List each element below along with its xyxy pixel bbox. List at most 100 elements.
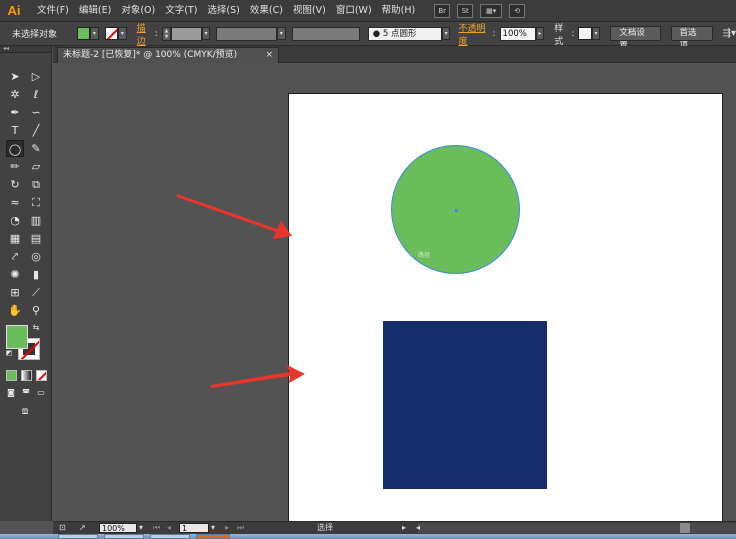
brush-dropdown-icon[interactable]: ▾ bbox=[441, 27, 451, 40]
panel-grip[interactable]: ◂◂ bbox=[0, 46, 51, 53]
swap-colors-icon[interactable]: ⇆ bbox=[30, 322, 42, 334]
first-artboard-icon[interactable]: ⏮ bbox=[153, 523, 160, 533]
preferences-button[interactable]: 首选项 bbox=[670, 26, 713, 51]
taskbar-button[interactable] bbox=[104, 534, 144, 539]
sync-settings-icon[interactable]: ⟲ bbox=[509, 3, 526, 18]
blend-icon[interactable]: ◎ bbox=[27, 248, 45, 265]
curvature-icon[interactable]: ∽ bbox=[27, 104, 45, 121]
opacity-label[interactable]: 不透明度 bbox=[458, 21, 492, 47]
selection-status: 未选择对象 bbox=[12, 30, 58, 40]
taskbar-button[interactable] bbox=[150, 534, 190, 539]
hand-icon[interactable]: ✋ bbox=[6, 302, 24, 319]
stroke-swatch[interactable] bbox=[104, 27, 119, 40]
menu-view[interactable]: 视图(V) bbox=[288, 0, 331, 22]
default-colors-icon[interactable]: ◩ bbox=[4, 348, 14, 358]
chart-icon[interactable]: ▥ bbox=[27, 212, 45, 229]
opacity-dropdown-icon[interactable]: ▸ bbox=[535, 27, 545, 40]
menu-edit[interactable]: 编辑(E) bbox=[74, 0, 116, 22]
artboard-dropdown-icon[interactable]: ▾ bbox=[211, 523, 215, 533]
last-artboard-icon[interactable]: ⏭ bbox=[237, 523, 244, 533]
horizontal-scrollbar[interactable]: ◂ bbox=[416, 523, 736, 533]
zoom-field[interactable]: 100% bbox=[99, 523, 137, 533]
document-tab[interactable]: 未标题-2 [已恢复]* @ 100% (CMYK/预览) × bbox=[57, 47, 279, 63]
menu-object[interactable]: 对象(O) bbox=[116, 0, 160, 22]
stroke-dropdown-icon[interactable]: ▾ bbox=[118, 27, 127, 40]
scroll-left-icon[interactable]: ◂ bbox=[416, 523, 420, 533]
variable-width-profile[interactable] bbox=[216, 26, 277, 41]
gradient-icon[interactable]: ▤ bbox=[27, 230, 45, 247]
style-dropdown-icon[interactable]: ▾ bbox=[591, 27, 601, 40]
bridge-icon[interactable]: Br bbox=[434, 3, 451, 18]
slice-icon[interactable]: ⟋ bbox=[27, 284, 45, 301]
width-icon[interactable]: ≈ bbox=[6, 194, 24, 211]
menu-list: 文件(F) 编辑(E) 对象(O) 文字(T) 选择(S) 效果(C) 视图(V… bbox=[32, 0, 420, 22]
draw-behind-icon[interactable]: ◚ bbox=[19, 387, 33, 399]
rotate-icon[interactable]: ↻ bbox=[6, 176, 24, 193]
document-setup-button[interactable]: 文档设置 bbox=[610, 26, 661, 51]
brush-definition-preview[interactable] bbox=[291, 26, 360, 41]
scale-icon[interactable]: ⧉ bbox=[27, 176, 45, 193]
menu-select[interactable]: 选择(S) bbox=[202, 0, 244, 22]
os-taskbar bbox=[0, 534, 736, 539]
screen-mode-icon[interactable]: ⧈ bbox=[15, 405, 35, 419]
line-icon[interactable]: ╱ bbox=[27, 122, 45, 139]
stroke-weight-dropdown-icon[interactable]: ▾ bbox=[201, 27, 211, 40]
fill-color-box[interactable] bbox=[6, 325, 28, 349]
zoom-dropdown-icon[interactable]: ▾ bbox=[139, 523, 143, 533]
column-graph-icon[interactable]: ▮ bbox=[27, 266, 45, 283]
draw-inside-icon[interactable]: ▭ bbox=[34, 387, 48, 399]
stroke-weight-field[interactable] bbox=[171, 26, 202, 41]
gradient-mode-icon[interactable] bbox=[21, 370, 32, 381]
eraser-icon[interactable]: ▱ bbox=[27, 158, 45, 175]
pencil-icon[interactable]: ✏ bbox=[6, 158, 24, 175]
opacity-field[interactable]: 100% bbox=[499, 26, 536, 41]
shape-builder-icon[interactable]: ◔ bbox=[6, 212, 24, 229]
zoom-icon[interactable]: ⚲ bbox=[27, 302, 45, 319]
export-icon[interactable]: ↗ bbox=[79, 523, 86, 533]
artboard-icon[interactable]: ⊞ bbox=[6, 284, 24, 301]
direct-selection-icon[interactable]: ▷ bbox=[27, 68, 45, 85]
menu-window[interactable]: 窗口(W) bbox=[331, 0, 377, 22]
taskbar-button[interactable] bbox=[58, 534, 98, 539]
next-artboard-icon[interactable]: ▸ bbox=[225, 523, 229, 533]
selection-icon[interactable]: ➤ bbox=[6, 68, 24, 85]
draw-normal-icon[interactable]: ◙ bbox=[4, 387, 18, 399]
color-mode-icon[interactable] bbox=[6, 370, 17, 381]
stroke-weight-stepper[interactable]: ▲ ▼ bbox=[161, 26, 172, 41]
graphic-style-swatch[interactable] bbox=[578, 27, 592, 40]
scroll-thumb[interactable] bbox=[680, 523, 690, 533]
align-options-icon[interactable]: ⇶▾ bbox=[723, 28, 736, 39]
symbol-sprayer-icon[interactable]: ✺ bbox=[6, 266, 24, 283]
status-menu-icon[interactable]: ▸ bbox=[402, 523, 406, 533]
magic-wand-icon[interactable]: ✲ bbox=[6, 86, 24, 103]
previous-artboard-icon[interactable]: ◂ bbox=[167, 523, 171, 533]
pen-icon[interactable]: ✒ bbox=[6, 104, 24, 121]
menu-type[interactable]: 文字(T) bbox=[160, 0, 202, 22]
arrange-documents-icon[interactable]: ▦▾ bbox=[480, 3, 503, 18]
lasso-icon[interactable]: ℓ bbox=[27, 86, 45, 103]
canvas-area[interactable]: 路径 bbox=[53, 63, 736, 521]
none-mode-icon[interactable] bbox=[36, 370, 47, 381]
type-icon[interactable]: T bbox=[6, 122, 24, 139]
artboard-nav-icon[interactable]: ⊡ bbox=[59, 523, 66, 533]
mesh-icon[interactable]: ▦ bbox=[6, 230, 24, 247]
menubar-icons: Br St ▦▾ ⟲ bbox=[434, 3, 526, 18]
stroke-label[interactable]: 描边 bbox=[137, 21, 154, 47]
style-label: 样式 bbox=[554, 23, 564, 47]
stock-icon[interactable]: St bbox=[457, 3, 474, 18]
brush-definition[interactable]: ● 5 点圆形 bbox=[367, 26, 442, 41]
stroke-colon: : bbox=[154, 28, 158, 39]
paintbrush-icon[interactable]: ✎ bbox=[27, 140, 45, 157]
taskbar-button-active[interactable] bbox=[196, 534, 230, 539]
ellipse-icon[interactable]: ◯ bbox=[6, 140, 24, 157]
menu-help[interactable]: 帮助(H) bbox=[377, 0, 421, 22]
fill-swatch[interactable] bbox=[76, 27, 91, 40]
profile-dropdown-icon[interactable]: ▾ bbox=[276, 27, 286, 40]
menu-file[interactable]: 文件(F) bbox=[32, 0, 74, 22]
fill-dropdown-icon[interactable]: ▾ bbox=[90, 27, 99, 40]
eyedropper-icon[interactable]: ⤤ bbox=[6, 248, 24, 265]
free-transform-icon[interactable]: ⛶ bbox=[27, 194, 45, 211]
close-tab-icon[interactable]: × bbox=[265, 48, 273, 62]
artboard-number-field[interactable]: 1 bbox=[179, 523, 209, 533]
menu-effect[interactable]: 效果(C) bbox=[245, 0, 288, 22]
